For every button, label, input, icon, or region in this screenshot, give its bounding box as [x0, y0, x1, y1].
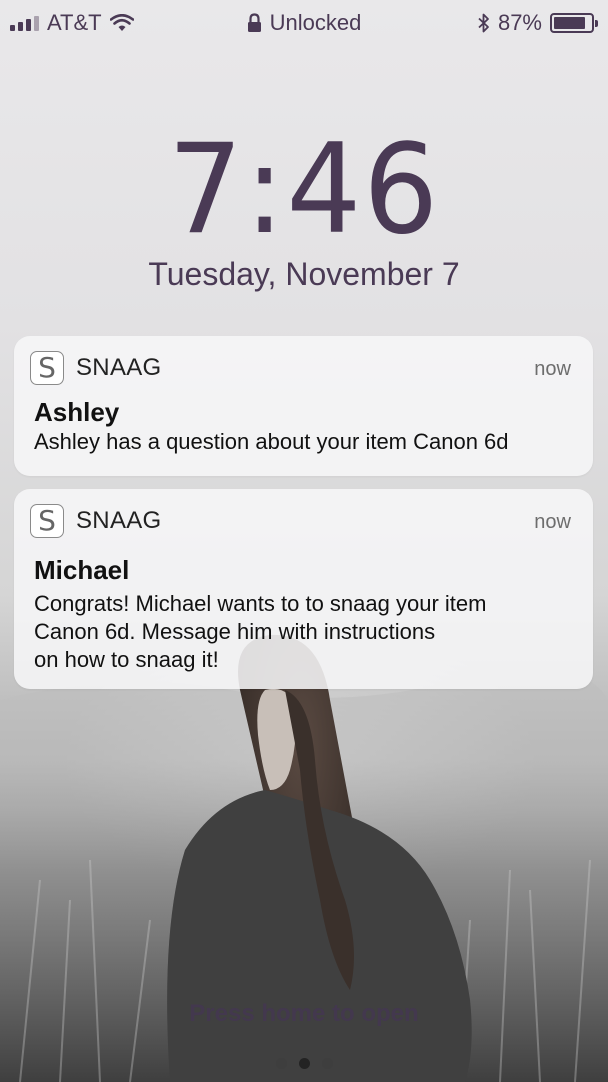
battery-percent: 87%	[497, 10, 542, 35]
status-bar: AT&T Unlocked 87%	[0, 0, 608, 46]
page-dot	[321, 1058, 333, 1069]
battery-icon	[550, 13, 598, 33]
notification-card[interactable]: S SNAAG now Ashley Ashley has a question…	[14, 336, 593, 476]
page-dot	[298, 1058, 310, 1069]
page-indicator[interactable]	[0, 1058, 608, 1069]
lock-screen-time: 7:46	[167, 118, 441, 262]
press-home-hint: Press home to open	[189, 1000, 419, 1027]
snaag-app-icon: S	[30, 504, 64, 538]
notification-card[interactable]: S SNAAG now Michael Congrats! Michael wa…	[14, 489, 593, 689]
snaag-app-icon: S	[30, 351, 64, 385]
lock-screen-date: Tuesday, November 7	[148, 256, 460, 292]
notification-header: S SNAAG now	[30, 350, 571, 385]
lock-icon	[247, 13, 261, 32]
notification-title: Michael	[34, 555, 130, 585]
notification-body: Congrats! Michael wants to to snaag your…	[34, 591, 487, 672]
page-dot	[275, 1058, 287, 1069]
notification-header: S SNAAG now	[30, 503, 571, 538]
lock-status-text: Unlocked	[269, 10, 362, 35]
notification-app-name: SNAAG	[76, 507, 162, 534]
notification-time: now	[534, 358, 571, 380]
status-bar-right: 87%	[478, 10, 598, 36]
bluetooth-icon	[478, 13, 489, 33]
notification-title: Ashley	[34, 397, 120, 427]
notification-time: now	[534, 511, 571, 533]
notification-app-name: SNAAG	[76, 354, 162, 381]
notification-body: Ashley has a question about your item Ca…	[34, 429, 509, 454]
battery-level-fill	[554, 17, 586, 29]
